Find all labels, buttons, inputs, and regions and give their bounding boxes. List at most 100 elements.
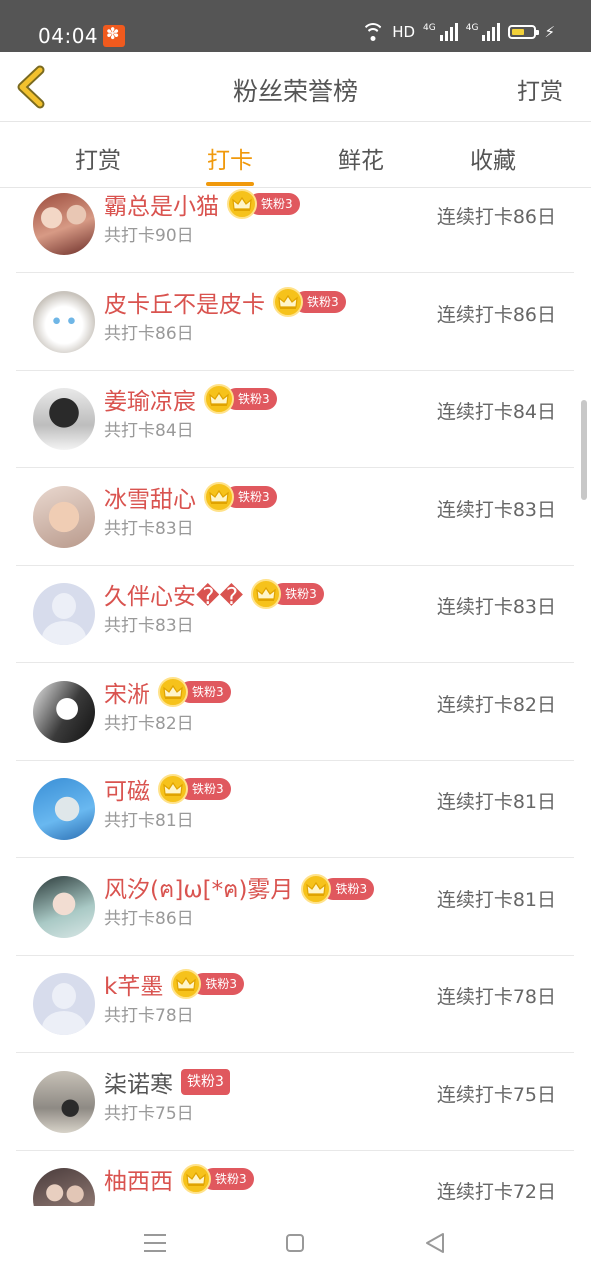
total-checkin-count: 共打卡81日 <box>104 811 194 831</box>
name-line: 皮卡丘不是皮卡 铁粉3 <box>104 285 346 319</box>
default-avatar-icon[interactable] <box>33 973 95 1035</box>
user-name[interactable]: 久伴心安�� <box>104 577 243 611</box>
crown-icon <box>273 287 303 317</box>
list-item[interactable]: 冰雪甜心 铁粉3 共打卡83日 连续打卡83日 <box>16 469 574 566</box>
tab-favorites[interactable]: 收藏 <box>448 141 538 175</box>
name-line: 宋淅 铁粉3 <box>104 675 231 709</box>
list-item[interactable]: 皮卡丘不是皮卡 铁粉3 共打卡86日 连续打卡86日 <box>16 274 574 371</box>
back-triangle-icon[interactable] <box>424 1232 446 1254</box>
user-name[interactable]: 冰雪甜心 <box>104 480 196 514</box>
list-item[interactable]: k芊墨 铁粉3 共打卡78日 连续打卡78日 <box>16 956 574 1053</box>
total-checkin-count: 共打卡75日 <box>104 1104 194 1124</box>
user-name[interactable]: 柚西西 <box>104 1162 173 1196</box>
streak-days: 连续打卡75日 <box>436 1084 556 1106</box>
user-name[interactable]: k芊墨 <box>104 967 163 1001</box>
streak-days: 连续打卡82日 <box>436 694 556 716</box>
list-item[interactable]: 久伴心安�� 铁粉3 共打卡83日 连续打卡83日 <box>16 566 574 663</box>
tab-reward[interactable]: 打赏 <box>53 141 143 175</box>
avatar[interactable] <box>33 1168 95 1206</box>
name-line: k芊墨 铁粉3 <box>104 967 244 1001</box>
total-checkin-count: 共打卡90日 <box>104 226 194 246</box>
battery-icon <box>508 25 540 39</box>
streak-days: 连续打卡83日 <box>436 499 556 521</box>
menu-icon[interactable] <box>144 1234 166 1252</box>
avatar[interactable] <box>33 1071 95 1133</box>
name-line: 姜瑜凉宸 铁粉3 <box>104 382 277 416</box>
list-item[interactable]: 姜瑜凉宸 铁粉3 共打卡84日 连续打卡84日 <box>16 371 574 468</box>
crown-icon <box>204 384 234 414</box>
fan-level-badge: 铁粉3 <box>181 1069 230 1095</box>
scrollbar[interactable] <box>581 400 587 500</box>
reward-button[interactable]: 打赏 <box>517 72 563 106</box>
tab-checkin[interactable]: 打卡 <box>185 141 275 186</box>
app-notification-icon <box>103 24 125 47</box>
crown-icon <box>251 579 282 609</box>
avatar[interactable] <box>33 778 95 840</box>
page-title: 粉丝荣誉榜 <box>232 77 358 106</box>
fan-level-badge: 铁粉3 <box>181 1164 254 1194</box>
list-item[interactable]: 柒诺寒 铁粉3 共打卡75日 连续打卡75日 <box>16 1054 574 1151</box>
tab-active-indicator <box>206 182 254 186</box>
crown-icon <box>158 774 188 804</box>
crown-icon <box>204 482 234 512</box>
streak-days: 连续打卡81日 <box>436 889 556 911</box>
avatar[interactable] <box>33 876 95 938</box>
tab-flowers[interactable]: 鲜花 <box>316 141 406 175</box>
system-icons: HD 4G 4G ⚡ <box>362 23 555 41</box>
crown-icon <box>181 1164 211 1194</box>
list-item[interactable]: 柚西西 铁粉3 连续打卡72日 <box>16 1151 574 1206</box>
fan-level-badge: 铁粉3 <box>204 482 277 512</box>
user-name[interactable]: 宋淅 <box>104 675 150 709</box>
avatar[interactable] <box>33 193 95 255</box>
avatar[interactable] <box>33 681 95 743</box>
avatar[interactable] <box>33 486 95 548</box>
name-line: 风汐(ฅ]ω[*ฅ)雾月 铁粉3 <box>104 870 375 908</box>
user-name[interactable]: 可磁 <box>104 772 150 806</box>
name-line: 可磁 铁粉3 <box>104 772 231 806</box>
total-checkin-count: 共打卡82日 <box>104 714 194 734</box>
total-checkin-count: 共打卡86日 <box>104 909 194 929</box>
list-item[interactable]: 风汐(ฅ]ω[*ฅ)雾月 铁粉3 共打卡86日 连续打卡81日 <box>16 859 574 956</box>
signal-icon-2 <box>482 23 501 41</box>
fan-level-badge: 铁粉3 <box>171 969 244 999</box>
user-name[interactable]: 柒诺寒 <box>104 1065 173 1099</box>
streak-days: 连续打卡84日 <box>436 401 556 423</box>
user-name[interactable]: 风汐(ฅ]ω[*ฅ)雾月 <box>104 870 293 908</box>
user-name[interactable]: 皮卡丘不是皮卡 <box>104 285 265 319</box>
user-name[interactable]: 姜瑜凉宸 <box>104 382 196 416</box>
status-time: 04:04 <box>38 24 99 48</box>
list-item[interactable]: 可磁 铁粉3 共打卡81日 连续打卡81日 <box>16 761 574 858</box>
tab-label: 打赏 <box>75 148 121 174</box>
user-name[interactable]: 霸总是小猫 <box>104 188 219 221</box>
list-item[interactable]: 宋淅 铁粉3 共打卡82日 连续打卡82日 <box>16 664 574 761</box>
charging-icon: ⚡ <box>544 23 555 41</box>
fan-level-badge: 铁粉3 <box>251 579 324 609</box>
wifi-icon <box>362 23 385 41</box>
header-bar: 粉丝荣誉榜 打赏 <box>0 52 591 122</box>
name-line: 柚西西 铁粉3 <box>104 1162 254 1196</box>
fan-level-badge: 铁粉3 <box>158 677 231 707</box>
name-line: 久伴心安�� 铁粉3 <box>104 577 324 611</box>
default-avatar-icon[interactable] <box>33 583 95 645</box>
streak-days: 连续打卡72日 <box>436 1181 556 1203</box>
total-checkin-count: 共打卡84日 <box>104 421 194 441</box>
sim1-label: 4G <box>423 23 436 33</box>
streak-days: 连续打卡86日 <box>436 206 556 228</box>
tab-bar: 打赏 打卡 鲜花 收藏 <box>0 123 591 188</box>
tab-label: 收藏 <box>470 148 516 174</box>
list-item[interactable]: 霸总是小猫 铁粉3 共打卡90日 连续打卡86日 <box>16 188 574 273</box>
avatar[interactable] <box>33 388 95 450</box>
total-checkin-count: 共打卡83日 <box>104 519 194 539</box>
crown-icon <box>171 969 202 999</box>
streak-days: 连续打卡83日 <box>436 596 556 618</box>
fan-level-badge: 铁粉3 <box>227 189 300 219</box>
crown-icon <box>227 189 257 219</box>
streak-days: 连续打卡78日 <box>436 986 556 1008</box>
total-checkin-count: 共打卡78日 <box>104 1006 194 1026</box>
avatar[interactable] <box>33 291 95 353</box>
total-checkin-count: 共打卡83日 <box>104 616 194 636</box>
fan-ranking-list: 霸总是小猫 铁粉3 共打卡90日 连续打卡86日 皮卡丘不是皮卡 铁粉3 共打卡86日 连续打… <box>0 188 591 1206</box>
home-icon[interactable] <box>286 1234 304 1252</box>
fan-level-badge: 铁粉3 <box>301 874 375 904</box>
fan-level-badge: 铁粉3 <box>204 384 277 414</box>
